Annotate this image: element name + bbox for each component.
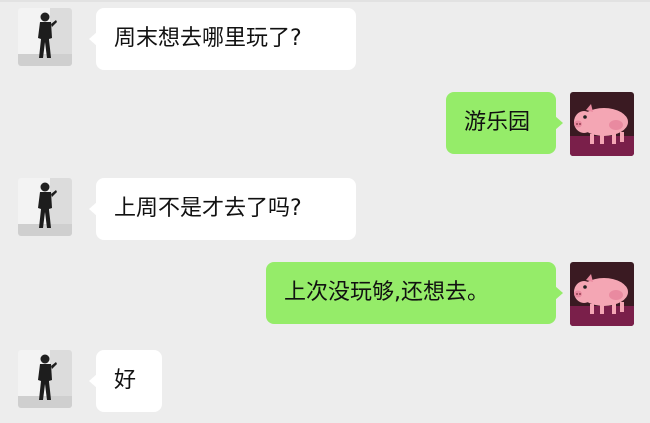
message-text: 周末想去哪里玩了? [114,26,302,51]
person-avatar[interactable] [18,350,72,408]
message-text: 好 [114,368,137,393]
message-bubble[interactable]: 上周不是才去了吗? [89,178,356,240]
message-bubble[interactable]: 好 [89,350,162,412]
message-text: 上次没玩够,还想去。 [284,280,489,305]
message-bubble[interactable]: 周末想去哪里玩了? [89,8,356,70]
top-edge [0,0,650,2]
person-avatar[interactable] [18,8,72,66]
message-text: 游乐园 [464,110,531,135]
message-bubble[interactable]: 游乐园 [446,92,563,154]
pig-avatar[interactable] [570,262,634,326]
message-text: 上周不是才去了吗? [114,196,302,221]
person-avatar[interactable] [18,178,72,236]
message-bubble[interactable]: 上次没玩够,还想去。 [266,262,563,324]
pig-avatar[interactable] [570,92,634,156]
